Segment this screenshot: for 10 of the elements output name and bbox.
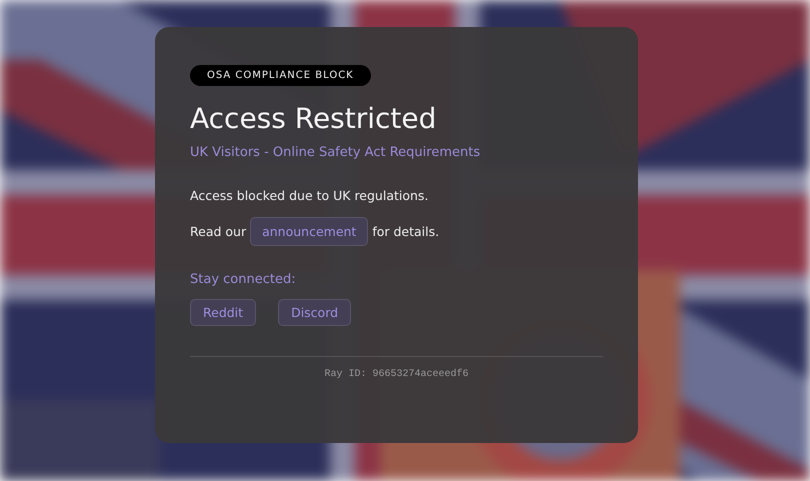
subtitle: UK Visitors - Online Safety Act Requirements bbox=[190, 145, 482, 160]
blocked-message: Access blocked due to UK regulations. bbox=[190, 188, 430, 203]
social-heading: Stay connected: bbox=[190, 272, 297, 287]
announcement-sentence: Read our announcement for details. bbox=[190, 217, 603, 246]
page-title: Access Restricted bbox=[190, 102, 438, 135]
announcement-link[interactable]: announcement bbox=[250, 217, 368, 246]
social-link[interactable]: Discord bbox=[278, 299, 352, 326]
social-link[interactable]: Reddit bbox=[190, 299, 256, 326]
compliance-badge: OSA COMPLIANCE BLOCK bbox=[190, 65, 371, 86]
ray-id: Ray ID: 96653274aceeedf6 bbox=[323, 369, 470, 380]
